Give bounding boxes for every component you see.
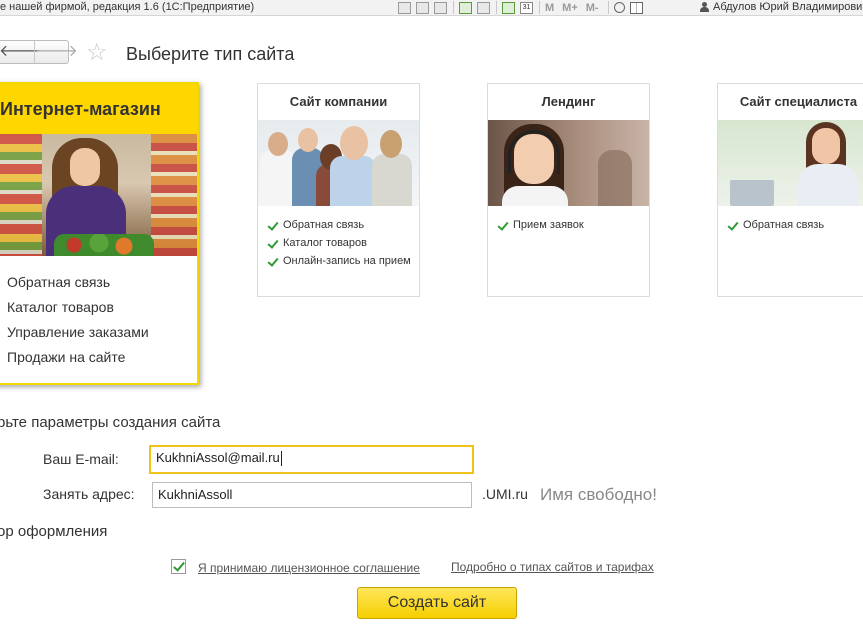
preview-icon[interactable] [434, 1, 447, 14]
attach-icon[interactable] [477, 1, 490, 14]
download-icon[interactable] [459, 1, 472, 14]
toolbar-divider [453, 1, 454, 14]
card-title: Сайт компании [289, 94, 388, 109]
checkmark-icon [267, 220, 278, 231]
feature-list: Обратная связь [718, 206, 863, 234]
create-site-button[interactable]: Создать сайт [357, 587, 517, 619]
favorite-star-icon[interactable]: ☆ [86, 40, 108, 66]
toolbar-divider [539, 1, 540, 14]
feature-item: Каталог товаров [267, 234, 419, 252]
feature-list: Обратная связь Каталог товаров Онлайн-за… [258, 206, 419, 270]
feature-item: Обратная связь [267, 216, 419, 234]
panel-toggle-icon[interactable] [629, 1, 643, 14]
site-types-info-link[interactable]: Подробно о типах сайтов и тарифах [451, 560, 654, 574]
domain-suffix: .UMI.ru [482, 486, 528, 502]
license-checkbox[interactable] [171, 559, 186, 574]
feature-item: Обратная связь [7, 274, 111, 290]
card-title: Сайт специалиста [739, 94, 858, 109]
site-type-card-landing[interactable]: Лендинг Прием заявок [487, 83, 650, 297]
page-title: Выберите тип сайта [126, 44, 295, 64]
feature-list: Прием заявок [488, 206, 649, 234]
zoom-icon[interactable] [613, 2, 625, 13]
site-type-card-shop[interactable]: Интернет-магазин Обратная связь Каталог … [0, 82, 199, 385]
address-label: Занять адрес: [43, 486, 135, 502]
calculator-icon[interactable] [502, 1, 515, 14]
design-heading: ор оформления [0, 523, 108, 540]
landing-image [488, 120, 649, 206]
checkmark-icon [727, 220, 738, 231]
arrow-right-icon: 🡒 [35, 43, 78, 60]
feature-item: Обратная связь [727, 216, 863, 234]
card-title: Интернет-магазин [0, 84, 197, 134]
toolbar-divider [607, 1, 609, 14]
title-toolbar: 31 M M+ M- [398, 0, 648, 15]
feature-item: Онлайн-запись на прием [267, 252, 419, 270]
email-label: Ваш E-mail: [43, 451, 119, 467]
feature-item: Каталог товаров [7, 299, 114, 315]
current-user[interactable]: Абдулов Юрий Владимирович [700, 1, 863, 13]
params-heading: рьте параметры создания сайта [0, 414, 221, 431]
email-field[interactable]: KukhniAssol@mail.ru [149, 445, 474, 474]
back-button[interactable]: 🡐 [0, 41, 42, 63]
feature-list: Обратная связь Каталог товаров Управлени… [0, 256, 197, 370]
text-caret [280, 451, 282, 467]
address-field[interactable]: KukhniAssoll [152, 482, 472, 508]
site-type-card-specialist[interactable]: Сайт специалиста Обратная связь [717, 83, 863, 297]
history-nav: 🡐 🡒 [0, 40, 78, 64]
user-name: Абдулов Юрий Владимирович [713, 1, 863, 13]
user-icon [700, 2, 709, 12]
feature-item: Продажи на сайте [7, 349, 126, 365]
site-type-card-company[interactable]: Сайт компании Обратная связь Каталог тов… [257, 83, 420, 297]
forward-button[interactable]: 🡒 [34, 41, 78, 63]
card-title: Лендинг [541, 94, 596, 109]
memory-add-button[interactable]: M+ [562, 2, 578, 14]
window-title-bar: е нашей фирмой, редакция 1.6 (1С:Предпри… [0, 0, 863, 16]
print-icon[interactable] [416, 1, 429, 14]
toolbar-divider [496, 1, 497, 14]
checkmark-icon [267, 256, 278, 267]
checkmark-icon [497, 220, 508, 231]
feature-item: Управление заказами [7, 324, 149, 340]
calendar-icon[interactable]: 31 [520, 1, 533, 14]
feature-item: Прием заявок [497, 216, 649, 234]
memory-subtract-button[interactable]: M- [586, 2, 599, 14]
license-agreement-link[interactable]: Я принимаю лицензионное соглашение [198, 561, 420, 575]
app-title: е нашей фирмой, редакция 1.6 (1С:Предпри… [0, 1, 255, 13]
company-image [258, 120, 419, 206]
checkmark-icon [267, 238, 278, 249]
shop-image [0, 134, 197, 256]
memory-button[interactable]: M [545, 2, 554, 14]
save-icon[interactable] [398, 1, 411, 14]
specialist-image [718, 120, 863, 206]
availability-status: Имя свободно! [540, 485, 657, 504]
